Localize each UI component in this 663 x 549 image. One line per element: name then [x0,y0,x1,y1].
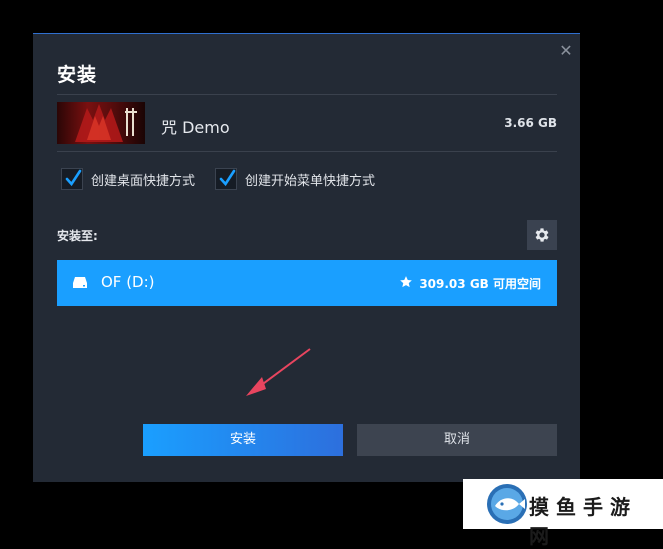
cancel-button[interactable]: 取消 [357,424,557,456]
desktop-shortcut-label: 创建桌面快捷方式 [91,173,196,189]
game-thumbnail [57,102,145,144]
star-icon [400,276,412,288]
storage-settings-button[interactable] [527,220,557,250]
game-name: 咒 Demo [161,118,230,137]
install-location-label: 安装至: [57,229,98,243]
desktop-shortcut-option[interactable]: 创建桌面快捷方式 [61,168,195,190]
install-dialog: ✕ 安装 咒 Demo 3.66 GB 创建桌面快捷方式 创建开始菜单快捷方式 … [33,33,580,482]
start-menu-shortcut-option[interactable]: 创建开始菜单快捷方式 [215,168,375,190]
divider [57,94,557,95]
start-menu-shortcut-label: 创建开始菜单快捷方式 [245,173,376,189]
check-icon [65,169,82,187]
drive-name: OF (D:) [101,273,155,291]
watermark-text: 摸鱼手游网 [529,495,637,548]
dialog-title: 安装 [57,64,98,86]
start-menu-shortcut-checkbox[interactable] [215,168,237,190]
drive-free-space: 309.03 GB 可用空间 [419,277,541,291]
close-icon[interactable]: ✕ [557,42,575,60]
game-size: 3.66 GB [504,116,557,130]
fish-logo-icon [487,484,527,524]
install-button[interactable]: 安装 [143,424,343,456]
gear-icon [535,228,549,242]
hard-drive-icon [73,277,87,288]
desktop-shortcut-checkbox[interactable] [61,168,83,190]
check-icon [219,169,236,187]
watermark: 摸鱼手游网 [463,479,663,548]
drive-option-selected[interactable]: OF (D:) 309.03 GB 可用空间 [57,260,557,306]
divider [57,151,557,152]
